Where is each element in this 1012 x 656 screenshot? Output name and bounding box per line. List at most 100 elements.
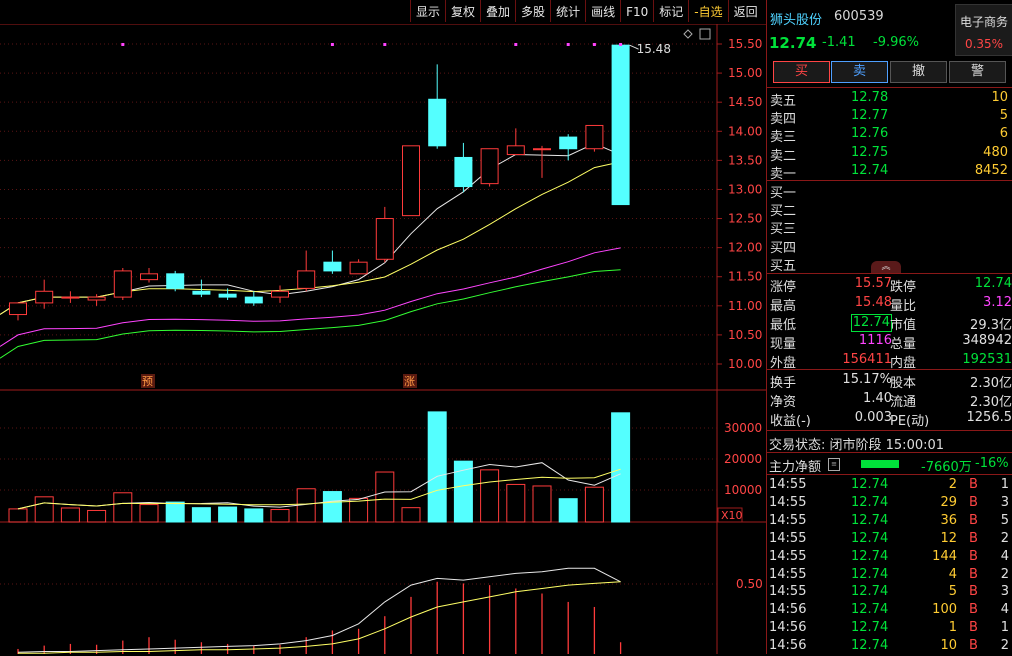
- order-book-row[interactable]: 卖一12.748452: [770, 163, 1010, 181]
- candle-down: [560, 137, 577, 149]
- toolbar-button-0[interactable]: 显示: [410, 0, 445, 22]
- candle-down: [324, 262, 341, 271]
- volume-bar: [612, 413, 630, 522]
- list-icon[interactable]: ≡: [828, 458, 840, 471]
- candle-up: [586, 125, 603, 148]
- tick-n: 4: [1001, 549, 1009, 564]
- tick-t: 14:55: [769, 477, 806, 492]
- tick-row: 14:5512.7429B3: [769, 495, 1012, 513]
- volume-bar: [585, 487, 603, 522]
- tick-row: 14:5512.742B1: [769, 477, 1012, 495]
- tick-t: 14:56: [769, 602, 806, 617]
- toolbar-button-6[interactable]: F10: [620, 0, 653, 22]
- stat-l2: 跌停: [890, 276, 916, 295]
- kline-chart-area[interactable]: 15.5015.0014.5014.0013.5013.0012.5012.00…: [0, 24, 766, 654]
- stock-name[interactable]: 狮头股份: [770, 9, 822, 28]
- candle-down: [167, 274, 184, 289]
- toolbar-button-3[interactable]: 多股: [515, 0, 550, 22]
- order-book-row[interactable]: 买三: [770, 218, 1010, 236]
- order-book-vol: 480: [983, 145, 1008, 160]
- order-book-vol: 10: [991, 90, 1008, 105]
- sell-button[interactable]: 卖: [831, 61, 888, 83]
- collapse-chevron-icon[interactable]: ︽: [871, 261, 901, 273]
- tick-p: 12.74: [851, 549, 888, 564]
- chart-toolbar: 显示复权叠加多股统计画线F10标记-自选返回: [410, 0, 766, 24]
- tick-v: 12: [940, 531, 957, 546]
- tick-n: 2: [1001, 638, 1009, 653]
- price-axis-label: 14.00: [728, 124, 762, 138]
- flow-bar: [861, 460, 899, 468]
- tick-n: 4: [1001, 602, 1009, 617]
- tick-v: 2: [949, 477, 957, 492]
- signal-dot: [121, 43, 124, 46]
- volume-bar: [9, 509, 27, 522]
- alert-button[interactable]: 警: [949, 61, 1006, 83]
- tick-t: 14:56: [769, 638, 806, 653]
- tick-v: 10: [940, 638, 957, 653]
- candle-down: [612, 45, 629, 204]
- tick-row: 14:5512.74144B4: [769, 549, 1012, 567]
- toolbar-button-9[interactable]: 返回: [728, 0, 763, 22]
- divider: [767, 430, 1012, 431]
- tick-p: 12.74: [851, 584, 888, 599]
- sector-change: 0.35%: [956, 37, 1012, 51]
- stat-v2: 348942: [962, 333, 1012, 352]
- toolbar-button-7[interactable]: 标记: [653, 0, 688, 22]
- order-book-row[interactable]: 卖三12.766: [770, 126, 1010, 144]
- volume-bar: [350, 498, 368, 522]
- stat-v2: 3.12: [983, 295, 1012, 314]
- sector-badge[interactable]: 电子商务 0.35%: [955, 4, 1012, 56]
- tick-p: 12.74: [851, 638, 888, 653]
- volume-bar: [323, 492, 341, 522]
- window-icon: [700, 29, 710, 39]
- order-book-row[interactable]: 买一: [770, 182, 1010, 200]
- order-book-price: 12.78: [851, 90, 888, 105]
- indicator-line-2: [18, 582, 621, 653]
- tick-v: 4: [949, 567, 957, 582]
- order-book-row[interactable]: 卖五12.7810: [770, 90, 1010, 108]
- kline-chart[interactable]: 15.5015.0014.5014.0013.5013.0012.5012.00…: [0, 24, 766, 654]
- volume-bar: [114, 493, 132, 522]
- stat-v1: 1116: [859, 333, 892, 352]
- candle-up: [350, 262, 367, 274]
- price-axis-label: 10.00: [728, 357, 762, 371]
- toolbar-button-1[interactable]: 复权: [445, 0, 480, 22]
- order-book-label: 卖四: [770, 108, 796, 127]
- tick-v: 144: [932, 549, 957, 564]
- toolbar-button-4[interactable]: 统计: [550, 0, 585, 22]
- tick-v: 100: [932, 602, 957, 617]
- candle-up: [272, 291, 289, 297]
- tick-s: B: [969, 584, 978, 599]
- tick-row: 14:5512.745B3: [769, 584, 1012, 602]
- tick-n: 1: [1001, 620, 1009, 635]
- signal-dot: [331, 43, 334, 46]
- stat-v1: 15.57: [855, 276, 892, 295]
- tick-p: 12.74: [851, 477, 888, 492]
- volume-bar: [507, 484, 525, 522]
- order-book-row[interactable]: 卖四12.775: [770, 108, 1010, 126]
- stat-l2: 总量: [890, 333, 916, 352]
- tick-row: 14:5512.744B2: [769, 567, 1012, 585]
- cancel-order-button[interactable]: 撤: [890, 61, 947, 83]
- stat-l2: 市值: [890, 314, 916, 333]
- tick-s: B: [969, 620, 978, 635]
- order-book-row[interactable]: 买四: [770, 237, 1010, 255]
- stat-v1: 12.74: [851, 314, 892, 332]
- order-book-row[interactable]: 卖二12.75480: [770, 145, 1010, 163]
- order-book-row[interactable]: 买二: [770, 200, 1010, 218]
- volume-bar: [140, 505, 158, 522]
- order-book-price: 12.76: [851, 126, 888, 141]
- toolbar-button-8[interactable]: -自选: [688, 0, 727, 22]
- volume-bar: [88, 510, 106, 522]
- sector-name: 电子商务: [956, 13, 1012, 30]
- buy-button[interactable]: 买: [773, 61, 830, 83]
- price-axis-label: 15.00: [728, 66, 762, 80]
- order-book-vol: 6: [1000, 126, 1008, 141]
- tick-n: 2: [1001, 531, 1009, 546]
- fund-l2: PE(动): [890, 410, 929, 429]
- volume-bar: [559, 499, 577, 522]
- toolbar-button-2[interactable]: 叠加: [480, 0, 515, 22]
- signal-dot: [514, 43, 517, 46]
- price-axis-label: 11.50: [728, 270, 762, 284]
- toolbar-button-5[interactable]: 画线: [585, 0, 620, 22]
